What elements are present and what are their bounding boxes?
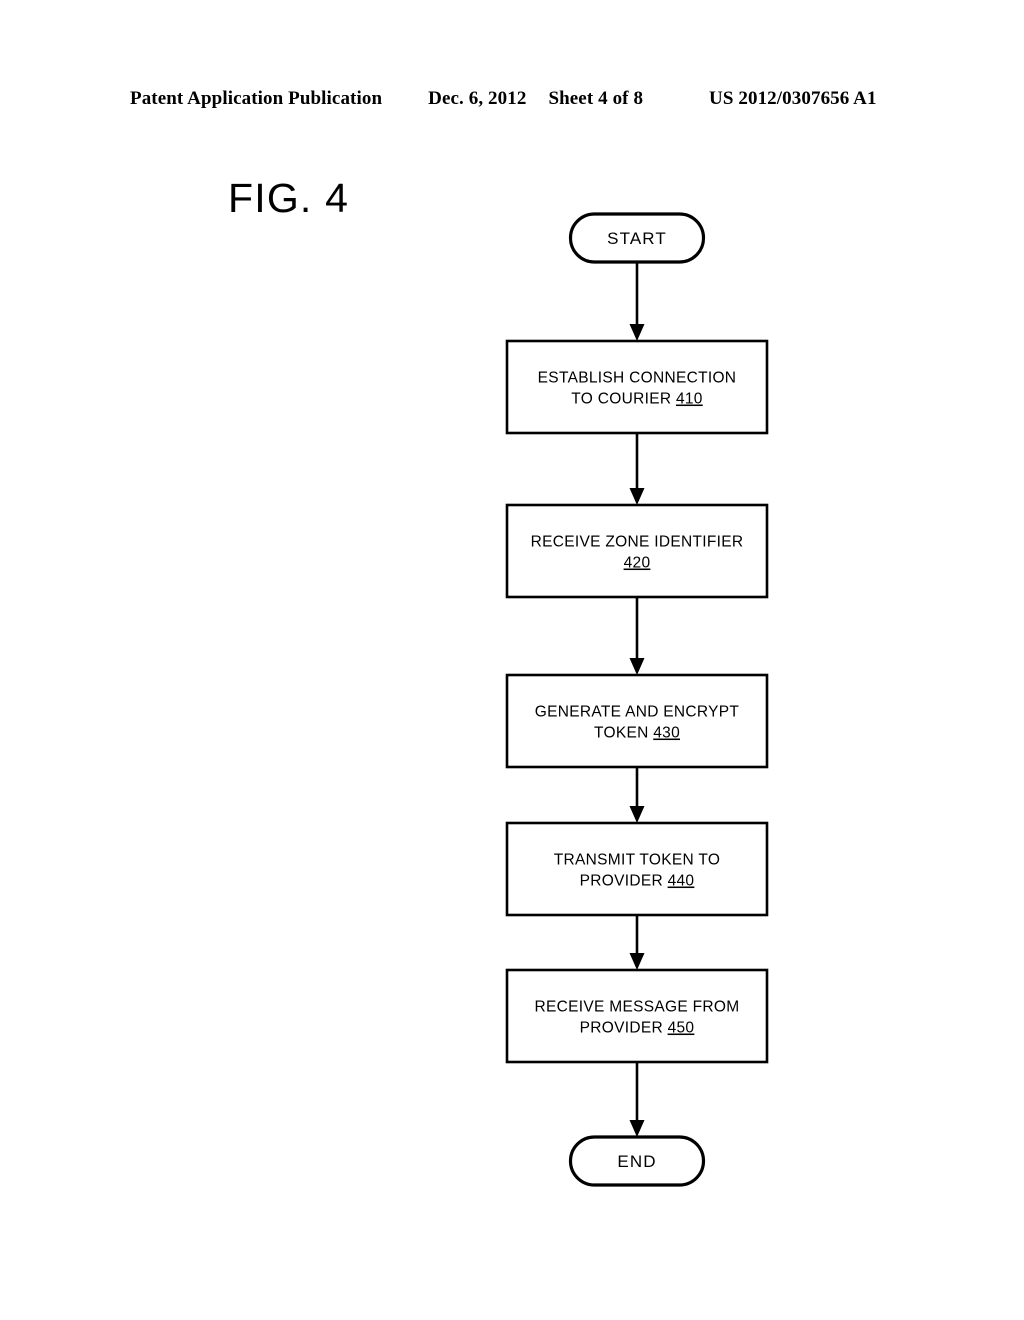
- connector-step-450-to-end: [629, 1062, 645, 1137]
- reference-numeral: 450: [668, 1020, 695, 1037]
- flowchart-node-step-440[interactable]: TRANSMIT TOKEN TO PROVIDER 440: [505, 821, 769, 917]
- arrowhead-icon: [629, 324, 645, 341]
- flowchart-node-step-410[interactable]: ESTABLISH CONNECTION TO COURIER 410: [505, 339, 769, 435]
- process-box-shape: [505, 968, 769, 1064]
- arrowhead-icon: [629, 1120, 645, 1137]
- connector-start-to-step-410: [629, 262, 645, 341]
- process-box-shape: [505, 339, 769, 435]
- connector-step-430-to-step-440: [629, 767, 645, 823]
- process-label-line: TOKEN 430: [594, 725, 680, 742]
- process-label-line: PROVIDER 440: [580, 873, 695, 890]
- connector-step-420-to-step-430: [629, 597, 645, 675]
- flowchart-node-step-430[interactable]: GENERATE AND ENCRYPT TOKEN 430: [505, 673, 769, 769]
- process-box-shape: [505, 821, 769, 917]
- flowchart-node-end[interactable]: END: [568, 1135, 706, 1187]
- reference-numeral: 420: [624, 555, 651, 572]
- process-label-line: 420: [624, 555, 651, 572]
- flowchart-diagram: START ESTABLISH CONNECTION TO COURIER 410 R…: [505, 212, 769, 1187]
- arrowhead-icon: [629, 953, 645, 970]
- process-label-line: GENERATE AND ENCRYPT: [535, 704, 740, 721]
- terminator-label: START: [607, 229, 667, 248]
- reference-numeral: 440: [668, 873, 695, 890]
- reference-numeral: 410: [676, 391, 703, 408]
- process-label-line: RECEIVE ZONE IDENTIFIER: [531, 534, 744, 551]
- process-label-line: RECEIVE MESSAGE FROM: [535, 999, 740, 1016]
- process-label-line: PROVIDER 450: [580, 1020, 695, 1037]
- arrowhead-icon: [629, 658, 645, 675]
- flowchart-node-step-420[interactable]: RECEIVE ZONE IDENTIFIER 420: [505, 503, 769, 599]
- connector-step-440-to-step-450: [629, 915, 645, 970]
- flowchart-node-start[interactable]: START: [568, 212, 706, 264]
- terminator-label: END: [617, 1152, 656, 1171]
- reference-numeral: 430: [653, 725, 680, 742]
- process-label-line: TRANSMIT TOKEN TO: [554, 852, 720, 869]
- flowchart-node-layer: START ESTABLISH CONNECTION TO COURIER 410 R…: [505, 212, 769, 1187]
- process-label-line: TO COURIER 410: [571, 391, 702, 408]
- process-box-shape: [505, 673, 769, 769]
- flowchart-node-step-450[interactable]: RECEIVE MESSAGE FROM PROVIDER 450: [505, 968, 769, 1064]
- process-label-line: ESTABLISH CONNECTION: [538, 370, 737, 387]
- arrowhead-icon: [629, 488, 645, 505]
- connector-step-410-to-step-420: [629, 433, 645, 505]
- arrowhead-icon: [629, 806, 645, 823]
- process-box-shape: [505, 503, 769, 599]
